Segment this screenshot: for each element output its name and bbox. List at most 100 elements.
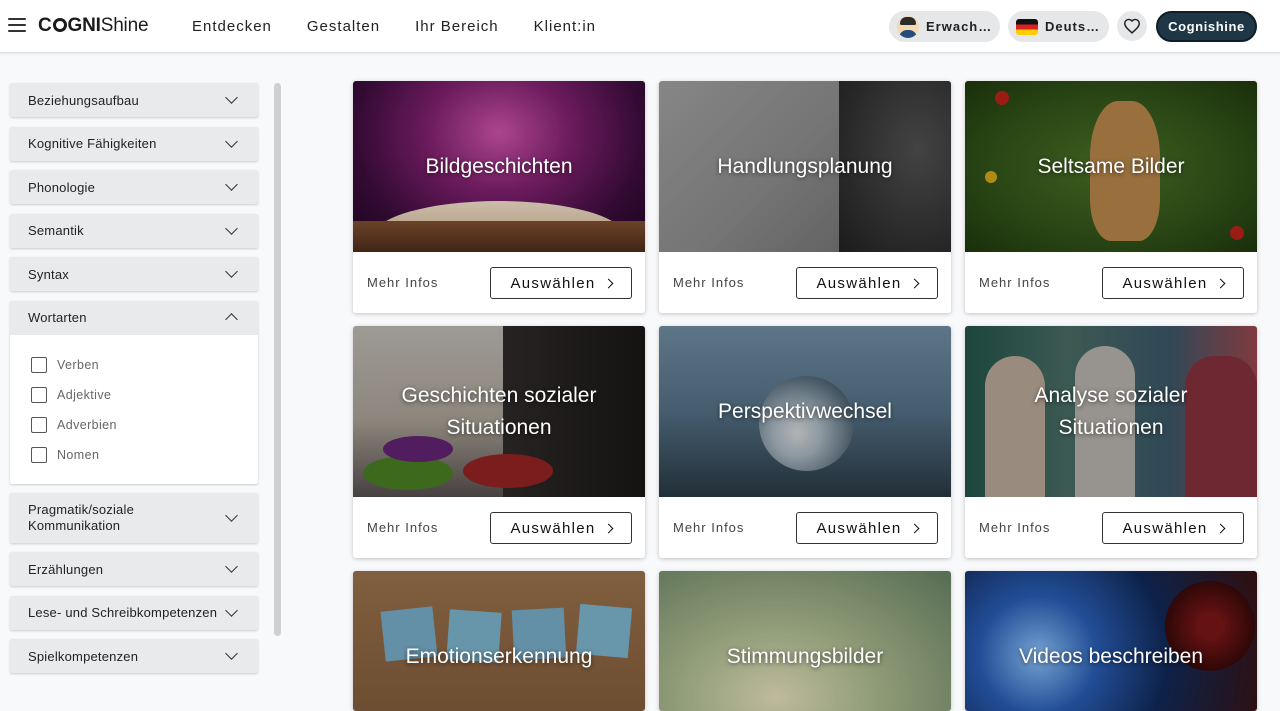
wortarten-options: Verben Adjektive Adverbien Nomen [10, 335, 258, 484]
chevron-down-icon [225, 178, 238, 191]
checkbox[interactable] [31, 446, 47, 463]
hamburger-menu-icon[interactable] [8, 18, 26, 32]
select-button[interactable]: Auswählen [490, 267, 632, 299]
account-button[interactable]: Cognishine [1156, 11, 1257, 42]
avatar-icon [897, 15, 919, 38]
heart-icon [1123, 18, 1141, 34]
more-info-link[interactable]: Mehr Infos [367, 520, 438, 535]
more-info-link[interactable]: Mehr Infos [673, 520, 744, 535]
select-button[interactable]: Auswählen [796, 267, 938, 299]
select-button[interactable]: Auswählen [796, 512, 938, 544]
nav-entdecken[interactable]: Entdecken [192, 18, 272, 35]
card-title: Seltsame Bilder [1037, 154, 1185, 178]
language-label: Deutsch [1045, 19, 1101, 34]
more-info-link[interactable]: Mehr Infos [979, 275, 1050, 290]
card-image-friends-talking[interactable]: Analyse sozialer Situationen [965, 326, 1257, 497]
filter-label: Pragmatik/soziale Kommunikation [28, 501, 134, 533]
cognishine-logo[interactable]: C GNIShine [38, 15, 149, 37]
card-title: Bildgeschichten [425, 154, 573, 178]
chevron-up-icon [225, 313, 238, 326]
filter-phonologie[interactable]: Phonologie [10, 170, 258, 204]
card-image-open-book[interactable]: Bildgeschichten [353, 81, 645, 252]
german-flag-icon [1016, 18, 1038, 35]
option-label: Adverbien [57, 417, 117, 432]
more-info-link[interactable]: Mehr Infos [673, 275, 744, 290]
filter-beziehungsaufbau[interactable]: Beziehungsaufbau [10, 83, 258, 117]
select-label: Auswählen [1122, 274, 1208, 292]
select-label: Auswählen [816, 274, 902, 292]
filter-label: Wortarten [28, 310, 87, 325]
option-adverbien[interactable]: Adverbien [31, 410, 238, 440]
card-title: Emotionserkennung [405, 645, 593, 668]
card-title: Handlungsplanung [717, 154, 893, 178]
chevron-right-icon [603, 523, 613, 533]
filter-label: Beziehungsaufbau [28, 92, 139, 108]
card-image-dog-grass[interactable]: Seltsame Bilder [965, 81, 1257, 252]
card-footer: Mehr Infos Auswählen [353, 252, 645, 313]
filter-wortarten[interactable]: Wortarten [10, 300, 258, 335]
filter-lese-schreib[interactable]: Lese- und Schreibkompetenzen [10, 595, 258, 630]
option-verben[interactable]: Verben [31, 350, 238, 380]
chevron-down-icon [225, 647, 238, 660]
nav-ihr-bereich[interactable]: Ihr Bereich [415, 18, 499, 35]
chevron-down-icon [225, 221, 238, 235]
select-button[interactable]: Auswählen [1102, 267, 1244, 299]
activity-card: Geschichten sozialer Situationen Mehr In… [353, 326, 645, 558]
select-button[interactable]: Auswählen [1102, 512, 1244, 544]
card-image-dandelion[interactable]: Stimmungsbilder [659, 571, 951, 711]
chevron-right-icon [1215, 523, 1225, 533]
card-image-checklist[interactable]: Handlungsplanung [659, 81, 951, 252]
chevron-down-icon [225, 560, 238, 573]
card-image-emotion-notes[interactable]: Emotionserkennung [353, 571, 645, 711]
select-label: Auswählen [1122, 519, 1208, 537]
card-footer: Mehr Infos Auswählen [659, 497, 951, 558]
filter-label: Syntax [28, 266, 69, 282]
filter-label: Erzählungen [28, 561, 104, 577]
option-label: Nomen [57, 447, 100, 462]
card-image-glass-sphere[interactable]: Perspektivwechsel [659, 326, 951, 497]
chevron-down-icon [225, 603, 238, 617]
chevron-right-icon [603, 278, 613, 288]
language-selector[interactable]: Deutsch [1008, 11, 1109, 42]
chevron-down-icon [225, 134, 238, 148]
filter-erzaehlungen[interactable]: Erzählungen [10, 552, 258, 586]
activity-card: Seltsame Bilder Mehr Infos Auswählen [965, 81, 1257, 313]
filter-wortarten-panel: Wortarten Verben Adjektive Adverbien Nom… [10, 300, 258, 484]
favorites-button[interactable] [1117, 11, 1147, 41]
card-title: Perspektivwechsel [718, 399, 892, 423]
card-title: Geschichten sozialer Situationen [401, 383, 597, 439]
chevron-down-icon [225, 91, 238, 104]
checkbox[interactable] [31, 356, 47, 373]
chevron-right-icon [909, 278, 919, 288]
nav-gestalten[interactable]: Gestalten [307, 18, 380, 35]
select-button[interactable]: Auswählen [490, 512, 632, 544]
filter-pragmatik[interactable]: Pragmatik/soziale Kommunikation [10, 492, 258, 543]
main-nav: Entdecken Gestalten Ihr Bereich Klient:i… [192, 18, 596, 35]
nav-klientin[interactable]: Klient:in [534, 18, 596, 35]
activity-card: Bildgeschichten Mehr Infos Auswählen [353, 81, 645, 313]
more-info-link[interactable]: Mehr Infos [979, 520, 1050, 535]
option-nomen[interactable]: Nomen [31, 440, 238, 470]
card-image-reading-children[interactable]: Geschichten sozialer Situationen [353, 326, 645, 497]
checkbox[interactable] [31, 386, 47, 403]
card-title: Videos beschreiben [1018, 645, 1204, 668]
age-group-selector[interactable]: Erwachsene [889, 11, 1000, 42]
select-label: Auswählen [816, 519, 902, 537]
select-label: Auswählen [510, 519, 596, 537]
more-info-link[interactable]: Mehr Infos [367, 275, 438, 290]
activity-card: Perspektivwechsel Mehr Infos Auswählen [659, 326, 951, 558]
filter-label: Lese- und Schreibkompetenzen [28, 605, 218, 620]
card-image-film-reels[interactable]: Videos beschreiben [965, 571, 1257, 711]
filter-syntax[interactable]: Syntax [10, 257, 258, 291]
chevron-right-icon [909, 523, 919, 533]
activity-card: Analyse sozialer Situationen Mehr Infos … [965, 326, 1257, 558]
activity-card: Stimmungsbilder [659, 571, 951, 711]
checkbox[interactable] [31, 416, 47, 433]
filter-spielkompetenzen[interactable]: Spielkompetenzen [10, 639, 258, 673]
option-label: Adjektive [57, 387, 112, 402]
option-adjektive[interactable]: Adjektive [31, 380, 238, 410]
filter-semantik[interactable]: Semantik [10, 213, 258, 248]
filter-kognitive-faehigkeiten[interactable]: Kognitive Fähigkeiten [10, 126, 258, 161]
sidebar-scrollbar[interactable] [274, 83, 281, 636]
filter-sidebar: Beziehungsaufbau Kognitive Fähigkeiten P… [10, 83, 258, 683]
